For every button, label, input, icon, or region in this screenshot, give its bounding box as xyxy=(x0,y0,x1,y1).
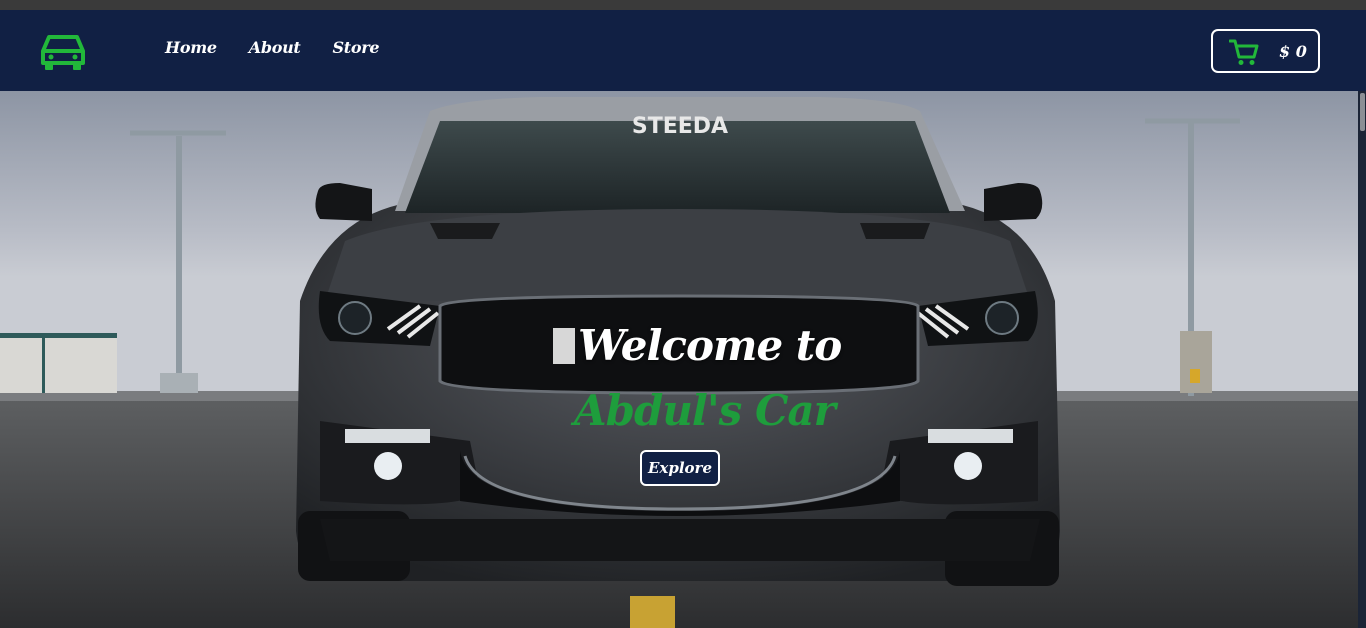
cart-button[interactable]: $ 0 xyxy=(1211,29,1320,73)
hero-subtitle: Abdul's Car xyxy=(574,386,836,435)
scrollbar-thumb[interactable] xyxy=(1360,93,1365,131)
browser-top-strip xyxy=(0,0,1366,10)
nav-link-about[interactable]: About xyxy=(249,38,301,57)
hero-section: STEEDA Welcome to Abdul's Car Explore xyxy=(0,91,1358,628)
nav-links: Home About Store xyxy=(165,38,380,57)
shopping-cart-icon xyxy=(1229,39,1259,65)
nav-link-home[interactable]: Home xyxy=(165,38,217,57)
hero-title: Welcome to xyxy=(578,321,842,370)
cart-total: $ 0 xyxy=(1279,42,1307,61)
windshield-banner: STEEDA xyxy=(632,114,728,139)
navbar: Home About Store $ 0 xyxy=(0,10,1366,91)
scrollbar-track[interactable] xyxy=(1358,91,1366,628)
car-icon[interactable] xyxy=(40,33,86,71)
nav-link-store[interactable]: Store xyxy=(333,38,380,57)
explore-button[interactable]: Explore xyxy=(640,450,720,486)
